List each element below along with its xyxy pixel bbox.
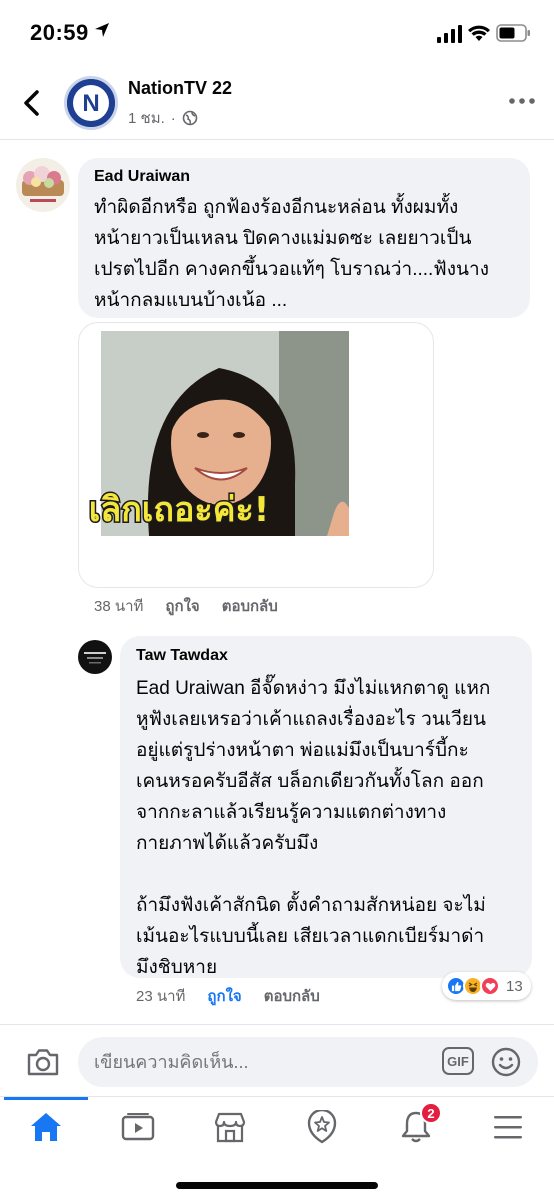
notification-badge: 2 [420, 1102, 442, 1124]
gif-button[interactable]: GIF [442, 1047, 474, 1075]
love-icon [480, 976, 500, 996]
post-header: N NationTV 22 1 ชม. · [0, 66, 554, 140]
sticker-caption: เลิกเถอะค่ะ! [89, 490, 269, 530]
dark-avatar-icon [78, 640, 112, 674]
active-tab-indicator [4, 1097, 88, 1100]
tab-menu[interactable] [478, 1107, 538, 1147]
reply-text: Ead Uraiwan อีจั๊ดหง่าว มึงไม่แหกตาดู แห… [136, 673, 528, 983]
reply-button[interactable]: ตอบกลับ [264, 984, 320, 1008]
pages-badge-icon [307, 1110, 337, 1144]
page-name[interactable]: NationTV 22 [128, 78, 232, 99]
comment-text: ทำผิดอีกหรือ ถูกฟ้องร้องอีกนะหล่อน ทั้งผ… [94, 197, 489, 311]
post-time: 1 ชม. [128, 110, 165, 127]
commenter-avatar[interactable] [78, 640, 112, 674]
like-button-active[interactable]: ถูกใจ [207, 984, 241, 1008]
more-options-icon[interactable] [508, 96, 536, 106]
tab-pages[interactable] [292, 1107, 352, 1147]
like-button[interactable]: ถูกใจ [165, 594, 199, 618]
menu-hamburger-icon [494, 1116, 522, 1139]
status-time: 20:59 [30, 20, 89, 45]
home-icon [31, 1113, 61, 1141]
wifi-icon [468, 25, 490, 41]
reply-author[interactable]: Taw Tawdax [136, 647, 228, 665]
watch-video-icon [121, 1113, 155, 1141]
battery-icon [496, 24, 530, 42]
flowers-avatar-icon [16, 158, 70, 212]
post-meta: 1 ชม. · [128, 106, 198, 130]
sticker-image: เลิกเถอะค่ะ! [87, 331, 349, 536]
globe-icon [182, 110, 198, 126]
sticker-attachment[interactable]: เลิกเถอะค่ะ! [78, 322, 434, 588]
location-arrow-icon [95, 23, 109, 37]
reply-actions: 23 นาที ถูกใจ ตอบกลับ [136, 984, 320, 1008]
cellular-signal-icon [437, 25, 462, 43]
mention-link[interactable]: Ead Uraiwan [136, 678, 245, 699]
reply-time: 23 นาที [136, 988, 186, 1005]
comment-composer: GIF [0, 1024, 554, 1096]
status-bar: 20:59 [0, 0, 554, 66]
commenter-avatar[interactable] [16, 158, 70, 212]
reaction-summary[interactable]: 13 [442, 972, 531, 1000]
marketplace-icon [214, 1112, 246, 1143]
home-indicator [176, 1182, 378, 1189]
logo-letter: N [82, 90, 99, 117]
reply-button[interactable]: ตอบกลับ [222, 594, 278, 618]
camera-icon[interactable] [26, 1047, 60, 1077]
tab-home[interactable] [16, 1107, 76, 1147]
comment-time: 38 นาที [94, 598, 144, 615]
comment-author[interactable]: Ead Uraiwan [94, 168, 190, 186]
tab-marketplace[interactable] [200, 1107, 260, 1147]
nation-logo-icon: N [67, 79, 115, 127]
meta-dot: · [170, 109, 176, 127]
back-arrow-icon[interactable] [20, 88, 44, 118]
tab-watch[interactable] [108, 1107, 168, 1147]
page-logo-avatar[interactable]: N [64, 76, 118, 130]
reaction-count: 13 [506, 977, 523, 995]
comment-actions: 38 นาที ถูกใจ ตอบกลับ [94, 594, 278, 618]
emoji-icon[interactable] [490, 1046, 522, 1078]
reply-text-body: อีจั๊ดหง่าว มึงไม่แหกตาดู แหก หูฟังเลยเห… [136, 678, 491, 978]
